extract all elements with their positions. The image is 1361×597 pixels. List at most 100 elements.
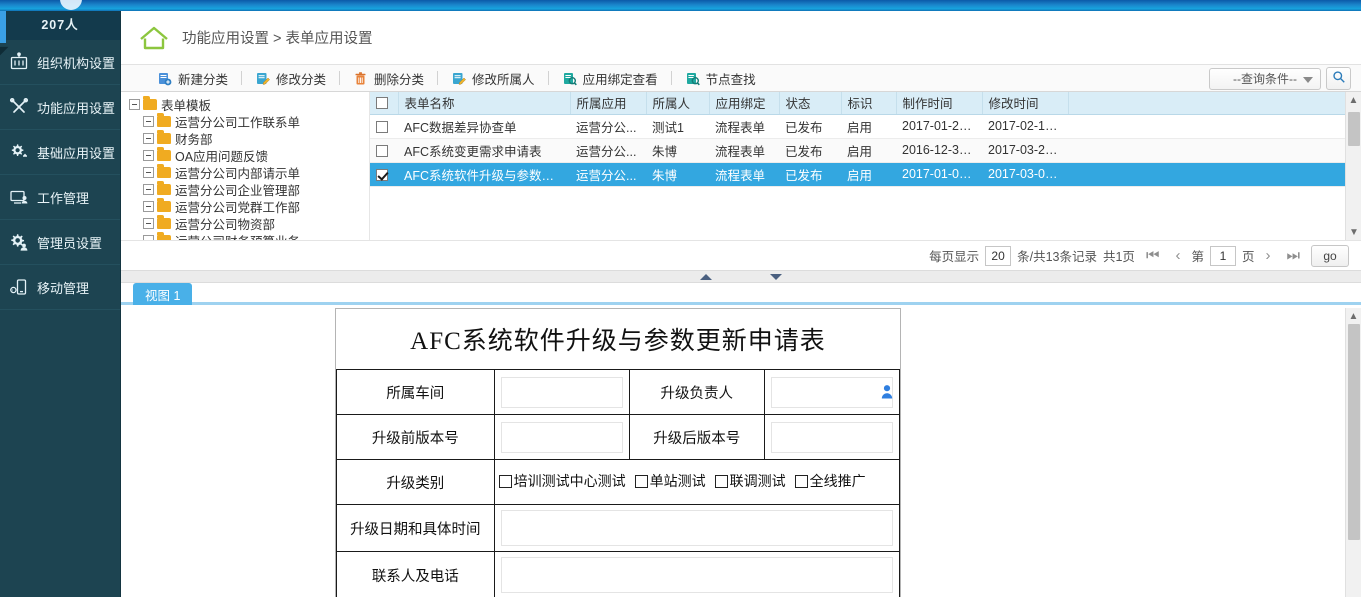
- checkbox-icon[interactable]: [715, 475, 728, 488]
- form-row: 升级类别 培训测试中心测试单站测试联调测试全线推广: [337, 460, 900, 505]
- column-header-state[interactable]: 状态: [779, 92, 841, 114]
- checkbox-icon[interactable]: [795, 475, 808, 488]
- last-page-icon[interactable]: ⏭: [1281, 247, 1305, 264]
- tree-expander-icon[interactable]: [143, 201, 154, 212]
- row-checkbox[interactable]: [376, 145, 388, 157]
- tree-expander-icon[interactable]: [143, 150, 154, 161]
- tree-expander-icon[interactable]: [129, 99, 140, 110]
- home-icon[interactable]: [137, 23, 171, 53]
- scroll-up-icon[interactable]: ▲: [1346, 92, 1361, 108]
- left-navigation: 207人 组织机构设置 功能应用设置: [0, 11, 121, 597]
- tree-expander-icon[interactable]: [143, 218, 154, 229]
- form-field-upgrade-owner[interactable]: [771, 377, 893, 408]
- page-number-input[interactable]: 1: [1210, 246, 1236, 266]
- checkbox-option[interactable]: 联调测试: [715, 471, 786, 491]
- scroll-up-icon[interactable]: ▲: [1346, 308, 1361, 324]
- tree-expander-icon[interactable]: [143, 184, 154, 195]
- form-field-contact[interactable]: [501, 557, 893, 593]
- tree-node[interactable]: 财务部: [127, 130, 369, 147]
- edit-owner-button[interactable]: 修改所属人: [441, 65, 545, 91]
- folder-icon: [157, 150, 171, 161]
- view-binding-button[interactable]: 应用绑定查看: [552, 65, 668, 91]
- sidebar-item-org[interactable]: 组织机构设置: [0, 40, 120, 85]
- sidebar-item-mobile-manage[interactable]: i 移动管理: [0, 265, 120, 310]
- tree-node[interactable]: 运营分公司企业管理部: [127, 181, 369, 198]
- grid-vertical-scrollbar[interactable]: ▲ ▼: [1345, 92, 1361, 240]
- folder-icon: [157, 167, 171, 178]
- panel-toggle-icon[interactable]: ◤: [0, 44, 10, 58]
- column-header-created[interactable]: 制作时间: [896, 92, 982, 114]
- tree-node-root[interactable]: 表单模板: [127, 96, 369, 113]
- checkbox-icon[interactable]: [635, 475, 648, 488]
- cell-state: 已发布: [779, 138, 841, 162]
- scroll-down-icon[interactable]: ▼: [1346, 224, 1361, 240]
- grid-scroll-thumb[interactable]: [1348, 112, 1360, 146]
- per-page-input[interactable]: 20: [985, 246, 1011, 266]
- tree-node[interactable]: OA应用问题反馈: [127, 147, 369, 164]
- checkbox-option[interactable]: 全线推广: [795, 471, 866, 491]
- folder-icon: [157, 116, 171, 127]
- tree-node[interactable]: 运营公司财务预算业务: [127, 232, 369, 240]
- tree-expander-icon[interactable]: [143, 116, 154, 127]
- record-count-label: 条/共13条记录: [1017, 246, 1097, 265]
- form-field-workshop[interactable]: [501, 377, 623, 408]
- prev-page-icon[interactable]: ‹: [1170, 247, 1185, 264]
- new-category-button[interactable]: 新建分类: [147, 65, 238, 91]
- cell-modified: 2017-03-21...: [982, 138, 1068, 162]
- tree-expander-icon[interactable]: [143, 167, 154, 178]
- tree-expander-icon[interactable]: [143, 133, 154, 144]
- cell-binding: 流程表单: [709, 162, 779, 186]
- form-field-upgrade-datetime-cell: [494, 505, 899, 552]
- column-header-owner[interactable]: 所属人: [646, 92, 709, 114]
- cell-app: 运营分公...: [570, 114, 646, 138]
- column-header-flag[interactable]: 标识: [841, 92, 896, 114]
- sidebar-item-basic-app[interactable]: 基础应用设置: [0, 130, 120, 175]
- table-row[interactable]: AFC系统变更需求申请表 运营分公... 朱博 流程表单 已发布 启用 2016…: [370, 138, 1361, 162]
- tree-node[interactable]: 运营分公司内部请示单: [127, 164, 369, 181]
- delete-category-button[interactable]: 删除分类: [343, 65, 434, 91]
- tree-node[interactable]: 运营分公司党群工作部: [127, 198, 369, 215]
- sidebar-item-work-manage[interactable]: 工作管理: [0, 175, 120, 220]
- tree-node[interactable]: 运营分公司物资部: [127, 215, 369, 232]
- filter-condition-select[interactable]: --查询条件--: [1209, 68, 1321, 90]
- person-picker-icon[interactable]: [881, 384, 894, 399]
- cell-owner: 朱博: [646, 162, 709, 186]
- page-suffix-label: 页: [1242, 246, 1255, 265]
- gear-up-icon: [9, 142, 29, 162]
- column-header-modified[interactable]: 修改时间: [982, 92, 1068, 114]
- form-table-layout: 所属车间 升级负责人: [336, 369, 900, 597]
- panel-splitter[interactable]: [121, 270, 1361, 283]
- preview-scroll-thumb[interactable]: [1348, 324, 1360, 540]
- preview-vertical-scrollbar[interactable]: ▲: [1345, 308, 1361, 597]
- splitter-down-icon[interactable]: [770, 274, 782, 280]
- row-checkbox[interactable]: [376, 169, 388, 181]
- tree-node[interactable]: 运营分公司工作联系单: [127, 113, 369, 130]
- checkbox-icon[interactable]: [499, 475, 512, 488]
- select-all-checkbox[interactable]: [376, 97, 388, 109]
- go-button[interactable]: go: [1311, 245, 1349, 267]
- next-page-icon[interactable]: ›: [1260, 247, 1275, 264]
- column-header-app[interactable]: 所属应用: [570, 92, 646, 114]
- form-label-version-after: 升级后版本号: [629, 415, 764, 460]
- toolbar-button-label: 新建分类: [178, 69, 228, 88]
- form-field-version-before[interactable]: [501, 422, 623, 453]
- table-row-selected[interactable]: AFC系统软件升级与参数更新... 运营分公... 朱博 流程表单 已发布 启用…: [370, 162, 1361, 186]
- splitter-up-icon[interactable]: [700, 274, 712, 280]
- checkbox-option[interactable]: 单站测试: [635, 471, 706, 491]
- tree-expander-icon[interactable]: [143, 235, 154, 240]
- column-header-binding[interactable]: 应用绑定: [709, 92, 779, 114]
- tab-view-1[interactable]: 视图 1: [133, 283, 192, 305]
- form-field-version-after[interactable]: [771, 422, 893, 453]
- row-checkbox[interactable]: [376, 121, 388, 133]
- first-page-icon[interactable]: ⏮: [1141, 247, 1165, 264]
- cell-state: 已发布: [779, 162, 841, 186]
- table-row[interactable]: AFC数据差异协查单 运营分公... 测试1 流程表单 已发布 启用 2017-…: [370, 114, 1361, 138]
- sidebar-item-function-app[interactable]: 功能应用设置: [0, 85, 120, 130]
- search-button[interactable]: [1326, 67, 1351, 90]
- checkbox-option[interactable]: 培训测试中心测试: [499, 471, 626, 491]
- sidebar-item-admin-settings[interactable]: 管理员设置: [0, 220, 120, 265]
- edit-category-button[interactable]: 修改分类: [245, 65, 336, 91]
- form-field-upgrade-datetime[interactable]: [501, 510, 893, 546]
- column-header-name[interactable]: 表单名称: [398, 92, 570, 114]
- find-node-button[interactable]: 节点查找: [675, 65, 766, 91]
